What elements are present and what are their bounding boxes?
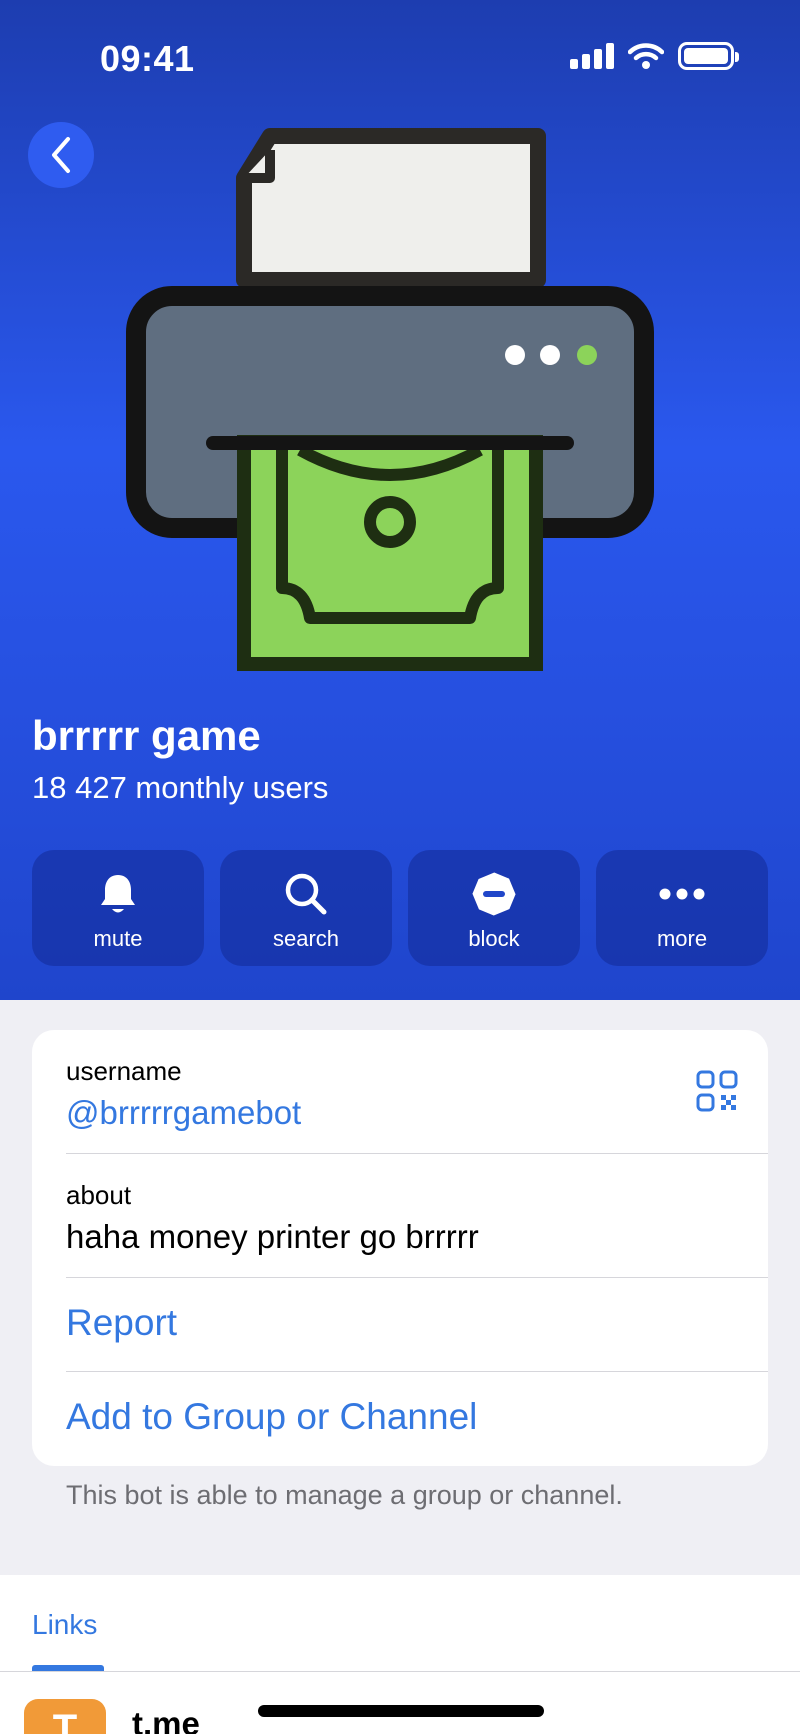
bell-icon bbox=[101, 875, 135, 913]
report-row[interactable]: Report bbox=[66, 1278, 768, 1372]
more-label: more bbox=[656, 926, 708, 951]
search-button[interactable]: search bbox=[220, 850, 392, 966]
manage-note: This bot is able to manage a group or ch… bbox=[66, 1480, 623, 1510]
add-to-group-row[interactable]: Add to Group or Channel bbox=[66, 1372, 768, 1466]
status-time: 09:41 bbox=[100, 38, 195, 79]
block-icon bbox=[472, 872, 516, 916]
cellular-signal-icon bbox=[570, 43, 614, 69]
tab-links[interactable]: Links bbox=[32, 1609, 97, 1641]
link-title[interactable]: t.me bbox=[132, 1705, 200, 1734]
mute-button[interactable]: mute bbox=[32, 850, 204, 966]
add-to-group-link[interactable]: Add to Group or Channel bbox=[66, 1396, 477, 1438]
qr-code-icon[interactable] bbox=[696, 1070, 738, 1112]
home-indicator bbox=[258, 1705, 544, 1717]
battery-icon bbox=[678, 42, 739, 70]
wifi-icon bbox=[628, 43, 664, 69]
block-button[interactable]: block bbox=[408, 850, 580, 966]
report-link[interactable]: Report bbox=[66, 1302, 177, 1344]
username-label: username bbox=[66, 1056, 182, 1086]
action-buttons: mute search block more bbox=[32, 850, 768, 966]
profile-header: 09:41 brrrrr game 18 427 monthly users m… bbox=[0, 0, 800, 1000]
bot-avatar-printer-icon bbox=[126, 128, 654, 671]
monthly-users: 18 427 monthly users bbox=[32, 770, 329, 805]
more-button[interactable]: more bbox=[596, 850, 768, 966]
chevron-left-icon bbox=[52, 137, 70, 173]
username-row[interactable]: username @brrrrrgamebot bbox=[66, 1030, 768, 1154]
status-icons bbox=[570, 42, 739, 70]
divider bbox=[0, 1671, 800, 1672]
block-label: block bbox=[468, 926, 520, 951]
bot-name: brrrrr game bbox=[32, 712, 261, 759]
mute-label: mute bbox=[93, 926, 143, 951]
status-bar: 09:41 bbox=[0, 0, 800, 110]
link-thumbnail-icon: T bbox=[24, 1699, 106, 1734]
about-value: haha money printer go brrrrr bbox=[66, 1218, 479, 1255]
search-label: search bbox=[272, 926, 340, 951]
username-value[interactable]: @brrrrrgamebot bbox=[66, 1094, 301, 1132]
back-button[interactable] bbox=[28, 122, 94, 188]
search-icon bbox=[285, 873, 327, 915]
info-card: username @brrrrrgamebot about haha money… bbox=[32, 1030, 768, 1466]
ellipsis-icon bbox=[659, 888, 705, 900]
about-label: about bbox=[66, 1180, 132, 1210]
about-row: about haha money printer go brrrrr bbox=[66, 1154, 768, 1278]
